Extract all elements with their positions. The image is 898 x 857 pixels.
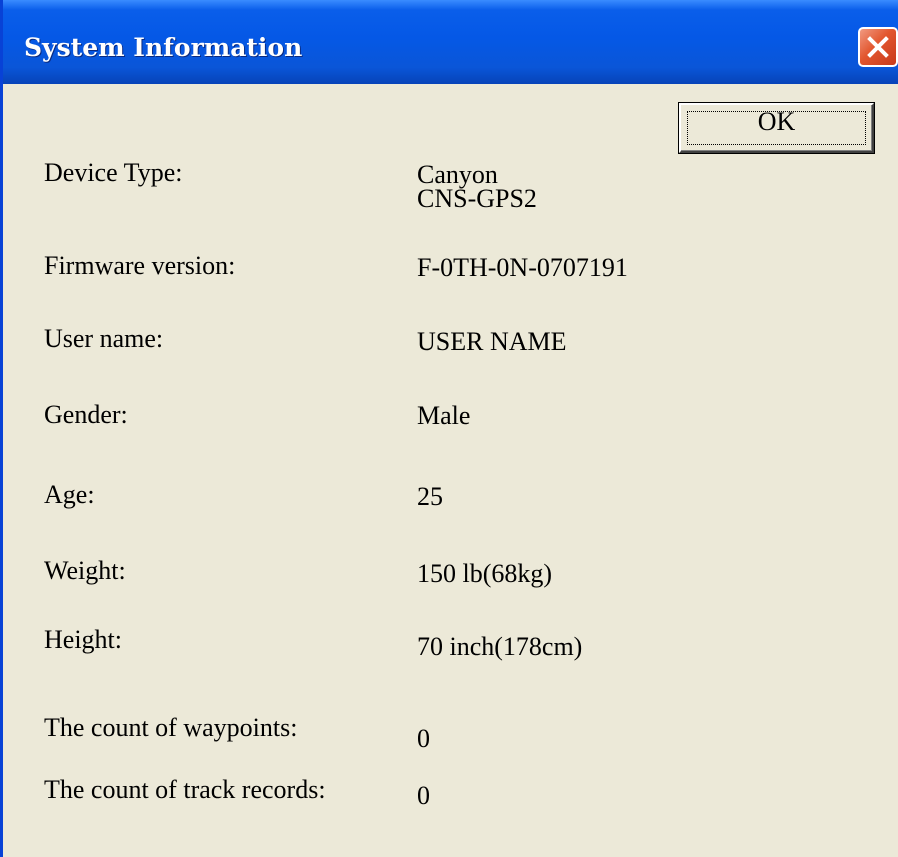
height-value: 70 inch(178cm) bbox=[417, 632, 583, 661]
user-name-label: User name: bbox=[44, 324, 164, 353]
age-label: Age: bbox=[44, 480, 95, 509]
track-records-count-value: 0 bbox=[417, 781, 430, 810]
gender-label: Gender: bbox=[44, 400, 128, 429]
firmware-version-value: F-0TH-0N-0707191 bbox=[417, 253, 628, 282]
close-button[interactable] bbox=[858, 27, 898, 67]
gender-value: Male bbox=[417, 401, 471, 430]
system-information-dialog: System Information OK Device Type: Canyo… bbox=[0, 0, 898, 857]
age-value: 25 bbox=[417, 482, 443, 511]
waypoints-count-label: The count of waypoints: bbox=[44, 713, 298, 742]
ok-button-label: OK bbox=[757, 107, 796, 136]
weight-label: Weight: bbox=[44, 556, 126, 585]
firmware-version-label: Firmware version: bbox=[44, 251, 236, 280]
user-name-value: USER NAME bbox=[417, 327, 567, 356]
close-icon bbox=[867, 36, 889, 58]
height-label: Height: bbox=[44, 625, 122, 654]
waypoints-count-value: 0 bbox=[417, 724, 430, 753]
device-type-value: Canyon CNS-GPS2 bbox=[417, 160, 537, 213]
ok-button[interactable]: OK bbox=[679, 103, 874, 153]
weight-value: 150 lb(68kg) bbox=[417, 559, 553, 588]
track-records-count-label: The count of track records: bbox=[44, 775, 326, 804]
title-bar[interactable]: System Information bbox=[3, 0, 898, 84]
dialog-title: System Information bbox=[24, 33, 303, 62]
device-type-label: Device Type: bbox=[44, 158, 183, 187]
